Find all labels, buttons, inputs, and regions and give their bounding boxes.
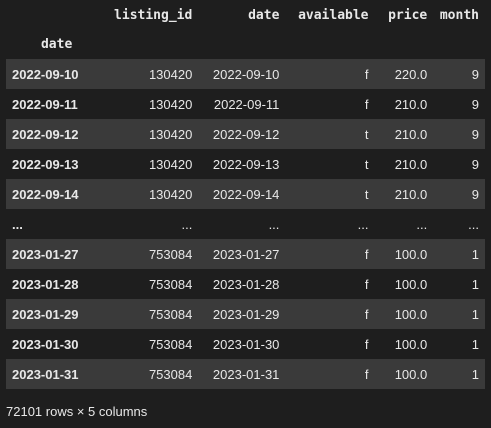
table-row: 2022-09-14 130420 2022-09-14 t 210.0 9 [6, 179, 485, 209]
cell-price: 100.0 [394, 366, 428, 382]
cell-price: 100.0 [394, 246, 428, 262]
cell-date: 2023-01-31 [212, 366, 280, 382]
cell-available: f [364, 96, 369, 112]
cell-month: 9 [471, 66, 479, 82]
cell-available: f [364, 276, 369, 292]
cell-month: 1 [471, 306, 479, 322]
cell-price: 210.0 [394, 156, 428, 172]
cell-date: 2023-01-28 [212, 276, 280, 292]
index-name: date [40, 37, 73, 52]
header-corner [6, 0, 107, 30]
cell-available: f [364, 66, 369, 82]
index-name-row: date [6, 30, 485, 59]
cell-listing-id: 753084 [148, 336, 193, 352]
table-row: 2023-01-29 753084 2023-01-29 f 100.0 1 [6, 299, 485, 329]
cell-listing-id: ... [181, 216, 193, 232]
row-index-label: 2023-01-28 [12, 276, 79, 292]
cell-listing-id: 130420 [148, 156, 193, 172]
cell-month: 1 [471, 336, 479, 352]
table-row: 2023-01-31 753084 2023-01-31 f 100.0 1 [6, 359, 485, 389]
column-header-row: listing_id date available price month [6, 0, 485, 30]
dataframe-table: listing_id date available price month da… [6, 0, 485, 389]
cell-available: t [364, 156, 369, 172]
cell-date: 2023-01-30 [212, 336, 280, 352]
cell-listing-id: 130420 [148, 126, 193, 142]
row-index-label: 2022-09-11 [12, 96, 78, 112]
table-row: 2022-09-11 130420 2022-09-11 f 210.0 9 [6, 89, 485, 119]
cell-price: 210.0 [394, 186, 428, 202]
cell-listing-id: 753084 [148, 276, 193, 292]
cell-month: 1 [471, 366, 479, 382]
table-body: 2022-09-10 130420 2022-09-10 f 220.0 9 2022-09… [6, 59, 485, 389]
cell-date: 2023-01-27 [212, 246, 280, 262]
table-row: 2022-09-10 130420 2022-09-10 f 220.0 9 [6, 59, 485, 89]
cell-price: 220.0 [394, 66, 428, 82]
cell-available: f [364, 366, 369, 382]
row-index-label: 2023-01-27 [12, 246, 79, 262]
cell-listing-id: 753084 [148, 246, 193, 262]
column-header-available: available [298, 7, 369, 23]
cell-price: 100.0 [394, 306, 428, 322]
table-row: 2022-09-13 130420 2022-09-13 t 210.0 9 [6, 149, 485, 179]
cell-date: ... [268, 216, 280, 232]
cell-listing-id: 753084 [148, 306, 193, 322]
column-header-date: date [248, 7, 280, 23]
cell-listing-id: 130420 [148, 186, 193, 202]
cell-available: ... [357, 216, 369, 232]
cell-month: 1 [471, 276, 479, 292]
cell-price: 210.0 [394, 96, 428, 112]
table-row: 2023-01-30 753084 2023-01-30 f 100.0 1 [6, 329, 485, 359]
cell-available: t [364, 126, 369, 142]
cell-listing-id: 130420 [148, 96, 193, 112]
cell-price: 210.0 [394, 126, 428, 142]
cell-available: f [364, 306, 369, 322]
cell-date: 2022-09-14 [212, 186, 280, 202]
cell-available: f [364, 336, 369, 352]
table-row: 2023-01-27 753084 2023-01-27 f 100.0 1 [6, 239, 485, 269]
cell-month: 9 [471, 186, 479, 202]
cell-available: f [364, 246, 369, 262]
cell-price: 100.0 [394, 336, 428, 352]
row-index-label: ... [12, 216, 23, 232]
table-row-ellipsis: .................. [6, 209, 485, 239]
row-index-label: 2022-09-13 [12, 156, 79, 172]
cell-month: 9 [471, 156, 479, 172]
row-index-label: 2022-09-10 [12, 66, 79, 82]
row-index-label: 2022-09-14 [12, 186, 79, 202]
row-index-label: 2023-01-31 [12, 366, 79, 382]
cell-month: ... [468, 216, 479, 232]
cell-date: 2022-09-12 [212, 126, 280, 142]
column-header-price: price [388, 7, 428, 23]
cell-month: 9 [471, 96, 479, 112]
cell-listing-id: 753084 [148, 366, 193, 382]
row-index-label: 2022-09-12 [12, 126, 79, 142]
table-row: 2023-01-28 753084 2023-01-28 f 100.0 1 [6, 269, 485, 299]
cell-month: 9 [471, 126, 479, 142]
cell-date: 2022-09-11 [213, 96, 280, 112]
row-index-label: 2023-01-30 [12, 336, 79, 352]
cell-date: 2023-01-29 [212, 306, 280, 322]
cell-listing-id: 130420 [148, 66, 193, 82]
dataframe-output: listing_id date available price month da… [0, 0, 491, 428]
table-row: 2022-09-12 130420 2022-09-12 t 210.0 9 [6, 119, 485, 149]
cell-date: 2022-09-10 [212, 66, 280, 82]
cell-month: 1 [471, 246, 479, 262]
row-index-label: 2023-01-29 [12, 306, 79, 322]
column-header-listing-id: listing_id [114, 7, 193, 23]
cell-date: 2022-09-13 [212, 156, 280, 172]
table-shape-summary: 72101 rows × 5 columns [6, 404, 148, 419]
cell-price: 100.0 [394, 276, 428, 292]
cell-price: ... [416, 216, 428, 232]
cell-available: t [364, 186, 369, 202]
column-header-month: month [439, 7, 479, 23]
